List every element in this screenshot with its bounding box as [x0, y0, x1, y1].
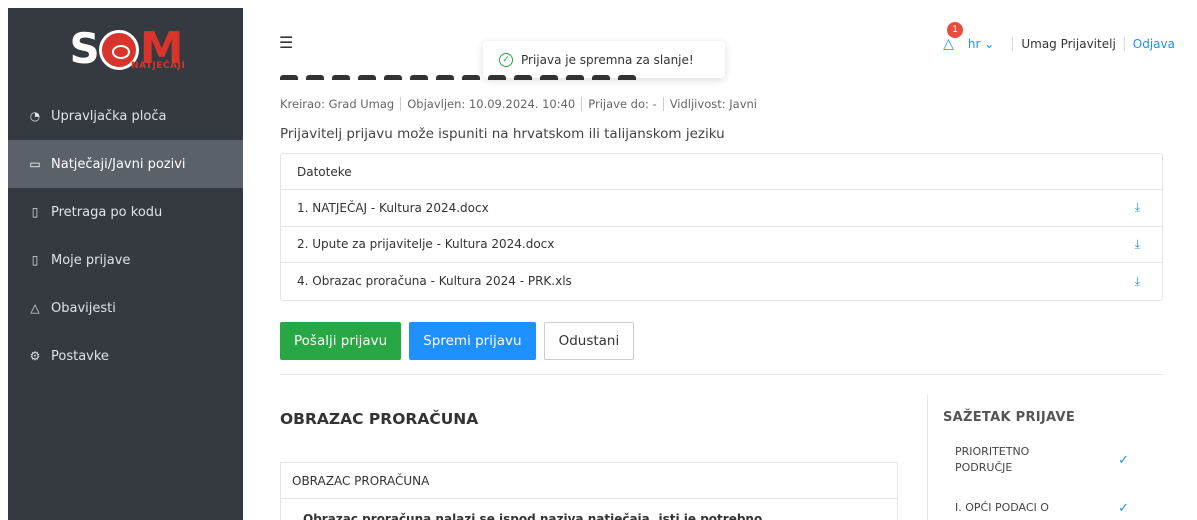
card-header: OBRAZAC PRORAČUNA — [281, 463, 897, 499]
sidebar-item-label: Postavke — [51, 348, 109, 364]
meta-visibility: Vidljivost: Javni — [669, 97, 757, 111]
toast-notification: ✓ Prijava je spremna za slanje! — [483, 41, 725, 78]
download-icon[interactable]: ⤓ — [1135, 274, 1140, 289]
user-name[interactable]: Umag Prijavitelj — [1021, 37, 1115, 51]
folder-icon: ▭ — [29, 157, 41, 171]
app-logo[interactable]: SM NATJEČAJI — [8, 8, 243, 88]
download-icon[interactable]: ⤓ — [1135, 237, 1140, 252]
sidebar-item-label: Pretraga po kodu — [51, 204, 163, 220]
sidebar-item-label: Obavijesti — [51, 300, 116, 316]
summary-title: SAŽETAK PRIJAVE — [943, 410, 1076, 425]
page-title-clipped — [280, 74, 700, 80]
divider — [927, 395, 928, 520]
sidebar-item-label: Upravljačka ploča — [51, 108, 167, 124]
menu-toggle-icon[interactable]: ☰ — [279, 33, 293, 52]
meta-deadline: Prijave do: - — [588, 97, 664, 111]
summary-item[interactable]: PRIORITETNO PODRUČJE ✓ — [943, 444, 1143, 476]
send-application-button[interactable]: Pošalji prijavu — [280, 322, 402, 360]
section-title: OBRAZAC PRORAČUNA — [280, 410, 479, 428]
logo-subtitle: NATJEČAJI — [131, 61, 186, 71]
sidebar-item-label: Natječaji/Javni pozivi — [51, 156, 186, 172]
sidebar-item-label: Moje prijave — [51, 252, 131, 268]
tender-meta: Kreirao: Grad Umag Objavljen: 10.09.2024… — [280, 97, 769, 111]
download-icon[interactable]: ⤓ — [1135, 200, 1140, 215]
summary-item-label: I. OPĆI PODACI O — [955, 501, 1049, 514]
check-icon: ✓ — [1118, 452, 1129, 468]
divider — [280, 374, 1163, 375]
budget-form-card: OBRAZAC PRORAČUNA Obrazac proračuna nala… — [280, 462, 898, 520]
gear-icon: ⚙ — [29, 349, 41, 363]
bell-icon: △ — [30, 301, 40, 315]
sidebar-nav: ◔ Upravljačka ploča ▭ Natječaji/Javni po… — [8, 92, 243, 380]
bell-icon: △ — [943, 36, 954, 52]
card-text: Obrazac proračuna nalazi se ispod naziva… — [303, 512, 763, 520]
language-select[interactable]: hr ⌄ — [968, 37, 994, 51]
sidebar-item-settings[interactable]: ⚙ Postavke — [8, 332, 243, 380]
files-panel: Datoteke 1. NATJEČAJ - Kultura 2024.docx… — [280, 153, 1163, 301]
action-buttons: Pošalji prijavu Spremi prijavu Odustani — [280, 322, 635, 360]
summary-item[interactable]: I. OPĆI PODACI O ✓ — [943, 500, 1143, 516]
chevron-down-icon: ⌄ — [984, 37, 995, 51]
document-icon: ▯ — [31, 253, 39, 267]
language-note: Prijavitelj prijavu može ispuniti na hrv… — [280, 126, 725, 142]
sidebar-item-tenders[interactable]: ▭ Natječaji/Javni pozivi — [8, 140, 243, 188]
files-header: Datoteke — [281, 154, 1162, 190]
sidebar: SM NATJEČAJI ◔ Upravljačka ploča ▭ Natje… — [8, 8, 243, 520]
file-name[interactable]: 4. Obrazac proračuna - Kultura 2024 - PR… — [297, 274, 572, 288]
sidebar-item-my-applications[interactable]: ▯ Moje prijave — [8, 236, 243, 284]
sidebar-item-search-code[interactable]: ▯ Pretraga po kodu — [8, 188, 243, 236]
file-row[interactable]: 2. Upute za prijavitelje - Kultura 2024.… — [281, 227, 1162, 263]
file-name[interactable]: 1. NATJEČAJ - Kultura 2024.docx — [297, 201, 489, 215]
file-row[interactable]: 1. NATJEČAJ - Kultura 2024.docx ⤓ — [281, 190, 1162, 227]
file-search-icon: ▯ — [31, 205, 39, 219]
dashboard-icon: ◔ — [29, 109, 41, 123]
check-circle-icon: ✓ — [499, 52, 513, 67]
sidebar-item-dashboard[interactable]: ◔ Upravljačka ploča — [8, 92, 243, 140]
notifications-button[interactable]: △ 1 — [943, 22, 964, 52]
divider — [1012, 37, 1014, 51]
toast-message: Prijava je spremna za slanje! — [521, 52, 694, 67]
summary-item-label: PRIORITETNO PODRUČJE — [955, 445, 1030, 474]
meta-created-by: Kreirao: Grad Umag — [280, 97, 402, 111]
logout-link[interactable]: Odjava — [1133, 37, 1175, 51]
topbar-right: △ 1 hr ⌄ Umag Prijavitelj Odjava — [943, 22, 1175, 52]
file-row[interactable]: 4. Obrazac proračuna - Kultura 2024 - PR… — [281, 263, 1162, 300]
meta-published: Objavljen: 10.09.2024. 10:40 — [407, 97, 583, 111]
save-application-button[interactable]: Spremi prijavu — [409, 322, 536, 360]
divider — [1123, 37, 1125, 51]
file-name[interactable]: 2. Upute za prijavitelje - Kultura 2024.… — [297, 237, 554, 251]
sidebar-item-notifications[interactable]: △ Obavijesti — [8, 284, 243, 332]
cancel-button[interactable]: Odustani — [543, 322, 635, 360]
notification-badge: 1 — [947, 22, 964, 38]
check-icon: ✓ — [1118, 500, 1129, 516]
